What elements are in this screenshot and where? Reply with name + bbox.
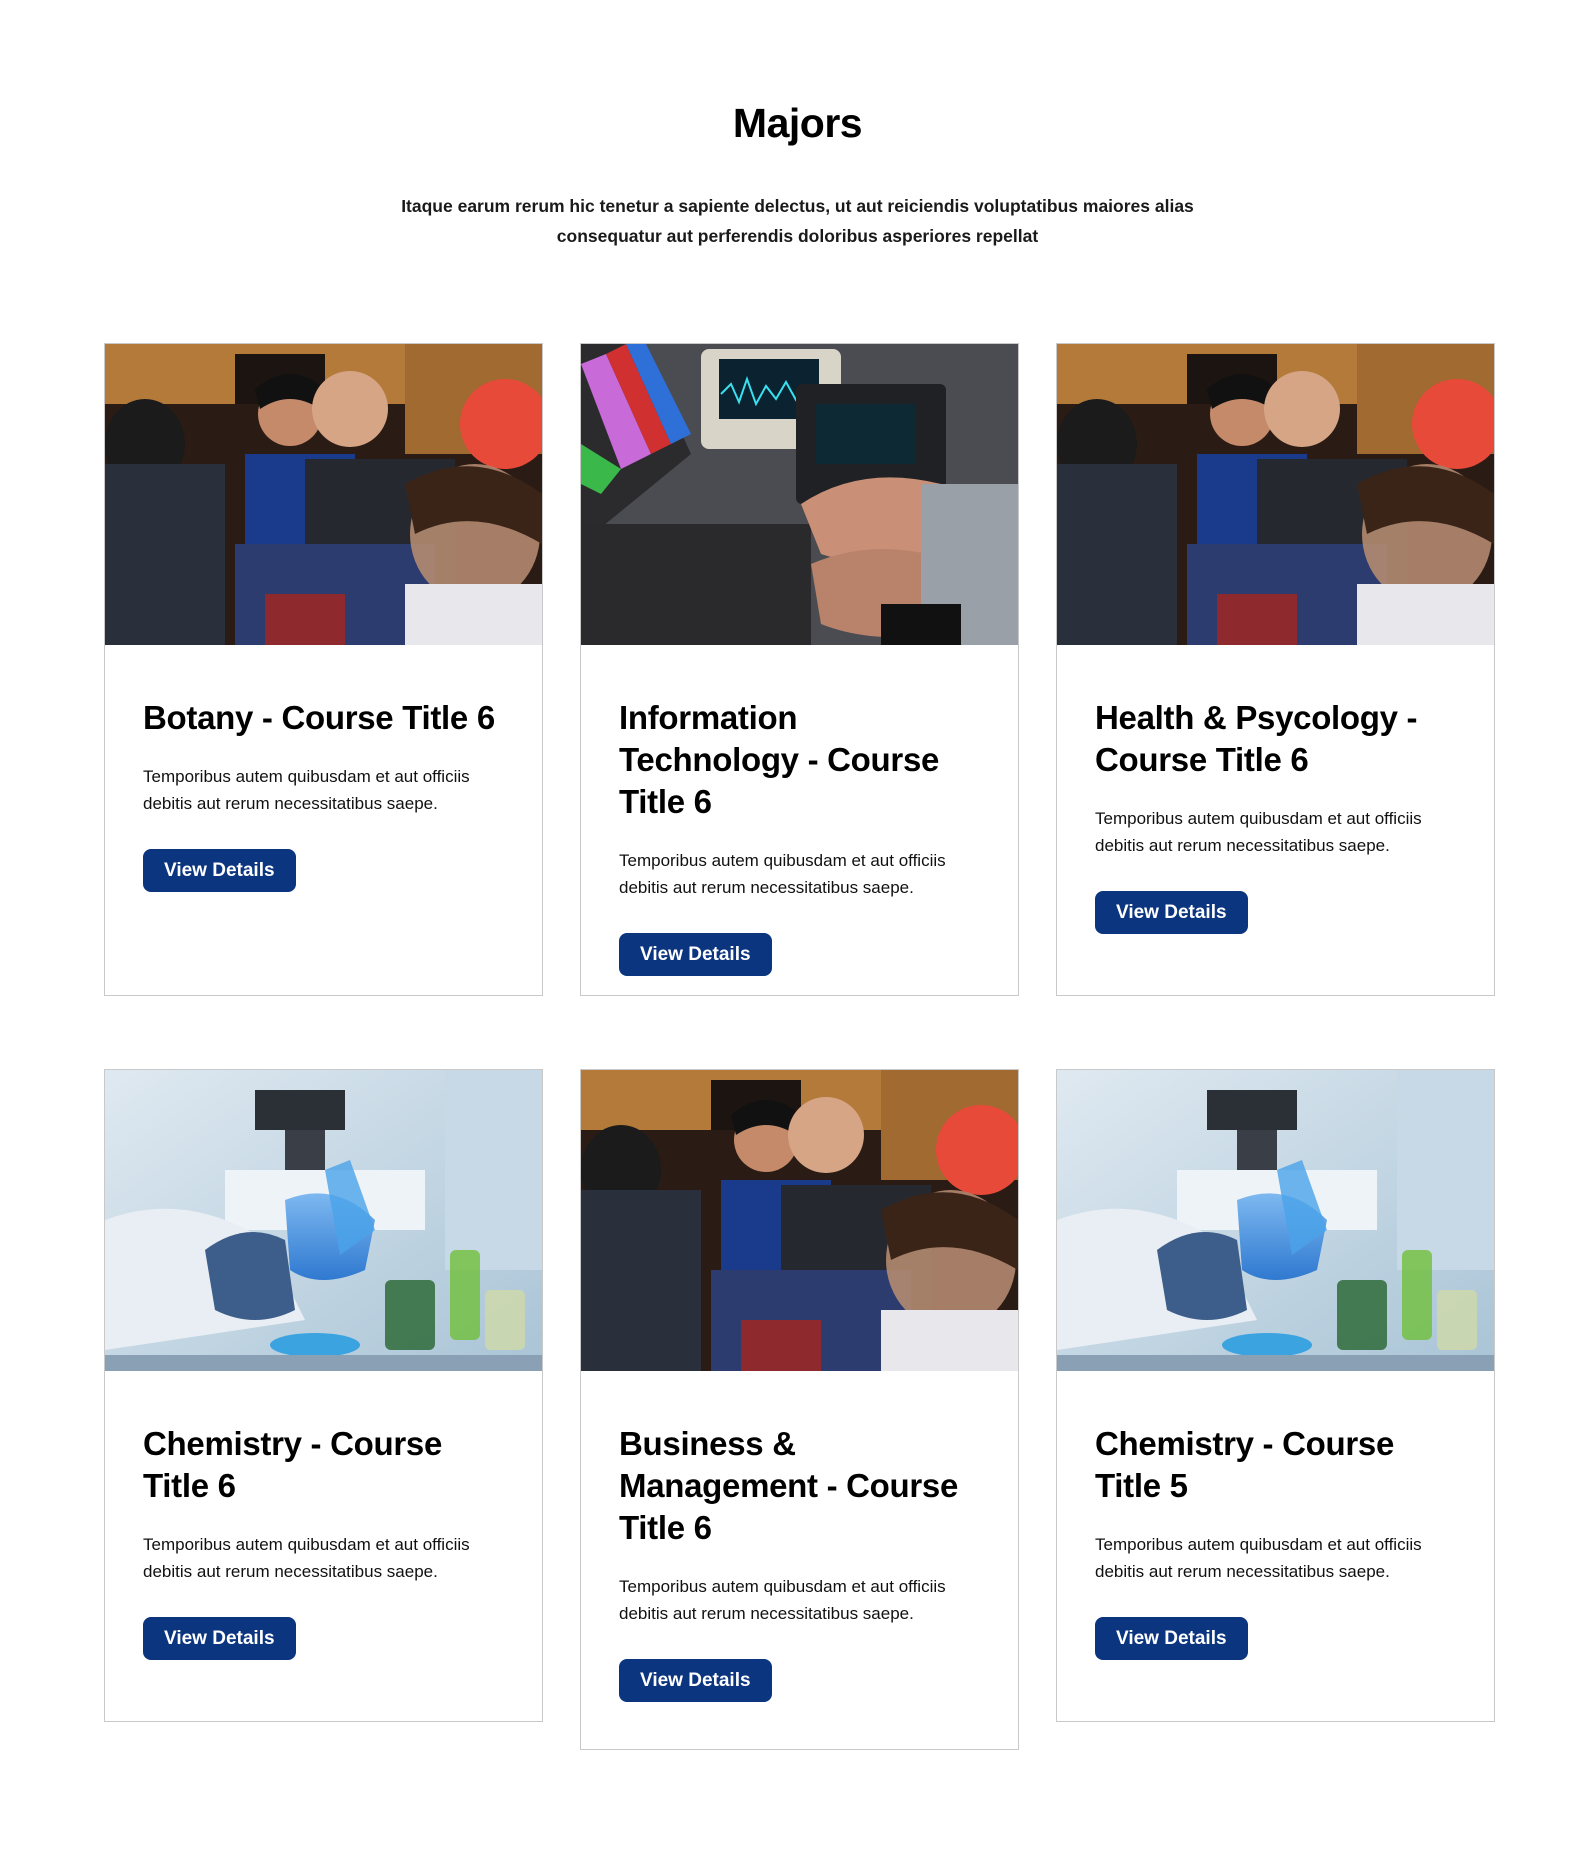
card-description: Temporibus autem quibusdam et aut offici… [1095,1535,1422,1581]
card-description: Temporibus autem quibusdam et aut offici… [619,1577,946,1623]
course-card: Botany - Course Title 6 Temporibus autem… [104,343,543,996]
view-details-button[interactable]: View Details [619,1659,772,1702]
card-title: Botany - Course Title 6 [143,699,495,736]
card-title: Chemistry - Course Title 6 [143,1425,443,1504]
section-subtitle: Itaque earum rerum hic tenetur a sapient… [401,196,1194,246]
card-title: Chemistry - Course Title 5 [1095,1425,1395,1504]
view-details-button[interactable]: View Details [1095,891,1248,934]
view-details-button[interactable]: View Details [619,933,772,976]
view-details-button[interactable]: View Details [1095,1617,1248,1660]
card-image [581,1070,1018,1371]
section-title: Majors [732,100,863,146]
card-description: Temporibus autem quibusdam et aut offici… [143,767,470,813]
card-description: Temporibus autem quibusdam et aut offici… [1095,809,1422,855]
card-image [105,1070,542,1371]
course-card: Health & Psycology - Course Title 6 Temp… [1056,343,1495,996]
course-card: Chemistry - Course Title 5 Temporibus au… [1056,1069,1495,1722]
card-image [1057,344,1494,645]
card-description: Temporibus autem quibusdam et aut offici… [619,851,946,897]
card-title: Information Technology - Course Title 6 [619,699,940,820]
course-card: Business & Management - Course Title 6 T… [580,1069,1019,1750]
card-description: Temporibus autem quibusdam et aut offici… [143,1535,470,1581]
card-image [581,344,1018,645]
card-title: Health & Psycology - Course Title 6 [1095,699,1418,778]
view-details-button[interactable]: View Details [143,849,296,892]
card-image [105,344,542,645]
card-image [1057,1070,1494,1371]
course-card: Chemistry - Course Title 6 Temporibus au… [104,1069,543,1722]
course-card: Information Technology - Course Title 6 … [580,343,1019,996]
view-details-button[interactable]: View Details [143,1617,296,1660]
card-title: Business & Management - Course Title 6 [619,1425,959,1546]
